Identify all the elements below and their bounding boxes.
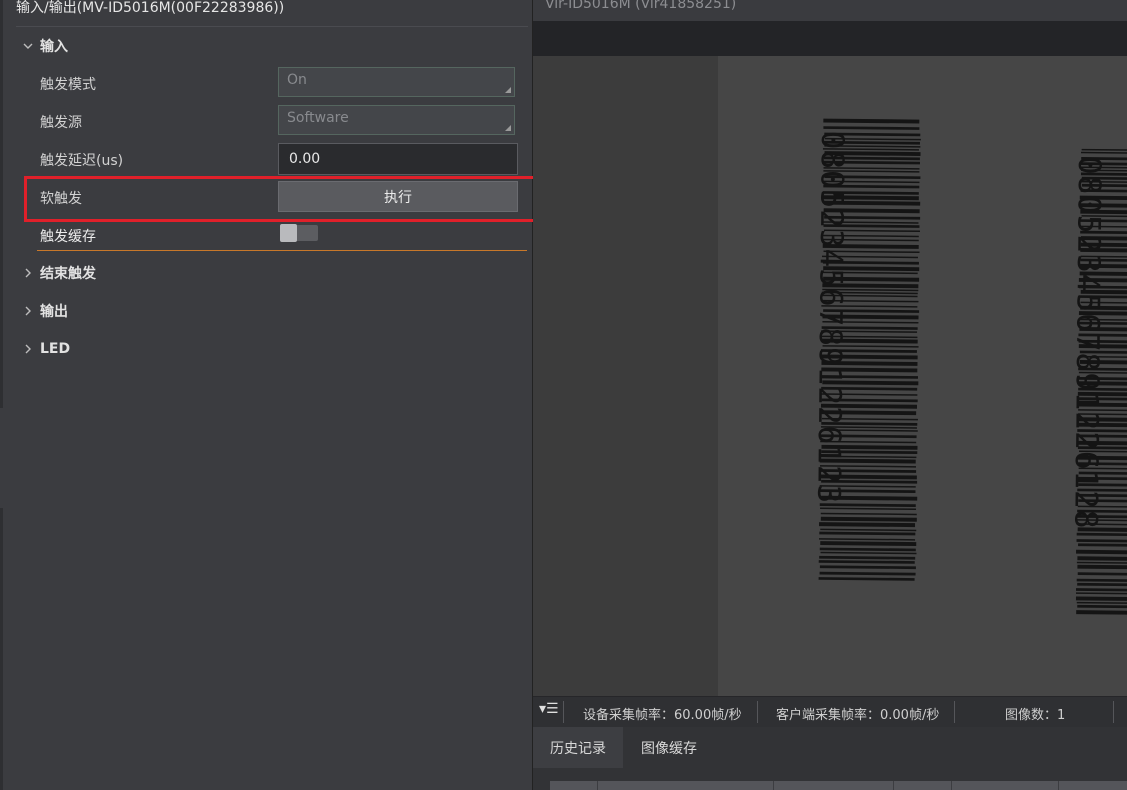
barcode-2-bars xyxy=(1075,148,1127,616)
bottom-tab-bar: 历史记录 图像缓存 xyxy=(533,727,1127,790)
chevron-right-icon xyxy=(22,305,34,317)
image-view-panel: Vir-ID5016M (Vir41858251) 08052345678912… xyxy=(533,0,1127,790)
view-title: Vir-ID5016M (Vir41858251) xyxy=(545,0,737,12)
chevron-right-icon xyxy=(22,267,34,279)
image-count: 图像数：1 xyxy=(1005,708,1066,723)
title-divider xyxy=(16,26,528,27)
group-led-header[interactable]: LED xyxy=(22,339,70,359)
group-input-header[interactable]: 输入 xyxy=(22,36,68,56)
image-dark-band xyxy=(533,56,718,696)
status-menu-icon[interactable]: ▾☰ xyxy=(539,701,559,717)
barcode-2: 0805234567891226128 xyxy=(1036,140,1127,616)
chevron-down-icon xyxy=(22,40,34,52)
panel-left-edge xyxy=(0,0,3,790)
barcode-1: 0805234567891226123 xyxy=(779,110,944,581)
toggle-knob xyxy=(280,224,297,242)
properties-panel: 输入/输出(MV-ID5016M(00F22283986)) 输入 触发模式 O… xyxy=(0,0,550,790)
client-fps: 客户端采集帧率：0.00帧/秒 xyxy=(776,708,940,723)
trigger-mode-select[interactable]: On xyxy=(278,67,515,97)
group-output-header[interactable]: 输出 xyxy=(22,301,68,321)
image-toolbar xyxy=(533,21,1127,56)
selection-underline xyxy=(37,250,527,251)
device-fps: 设备采集帧率：60.00帧/秒 xyxy=(583,708,742,723)
chevron-right-icon xyxy=(22,343,34,355)
trigger-cache-label: 触发缓存 xyxy=(40,229,96,245)
trigger-delay-input[interactable] xyxy=(278,143,518,175)
trigger-source-select[interactable]: Software xyxy=(278,105,515,135)
group-end-trigger-label: 结束触发 xyxy=(40,266,96,282)
dropdown-corner-icon xyxy=(505,87,511,93)
trigger-mode-value: On xyxy=(287,72,307,88)
group-input-label: 输入 xyxy=(40,39,68,55)
group-output-label: 输出 xyxy=(40,304,68,320)
trigger-source-label: 触发源 xyxy=(40,115,82,131)
group-led-label: LED xyxy=(40,341,71,357)
tab-history[interactable]: 历史记录 xyxy=(533,727,623,768)
history-table-header xyxy=(550,781,1127,790)
highlight-box xyxy=(24,176,550,222)
tab-image-cache[interactable]: 图像缓存 xyxy=(625,727,713,768)
panel-title: 输入/输出(MV-ID5016M(00F22283986)) xyxy=(16,0,285,16)
status-bar: ▾☰ 设备采集帧率：60.00帧/秒 客户端采集帧率：0.00帧/秒 图像数：1 xyxy=(533,696,1127,727)
group-end-trigger-header[interactable]: 结束触发 xyxy=(22,263,96,283)
camera-image[interactable]: 0805234567891226123 0805234567891226128 xyxy=(533,56,1127,696)
trigger-delay-label: 触发延迟(us) xyxy=(40,153,124,169)
dropdown-corner-icon xyxy=(505,125,511,131)
trigger-mode-label: 触发模式 xyxy=(40,77,96,93)
trigger-source-value: Software xyxy=(287,110,349,126)
trigger-cache-toggle[interactable] xyxy=(280,224,318,242)
barcode-1-bars xyxy=(818,118,921,581)
